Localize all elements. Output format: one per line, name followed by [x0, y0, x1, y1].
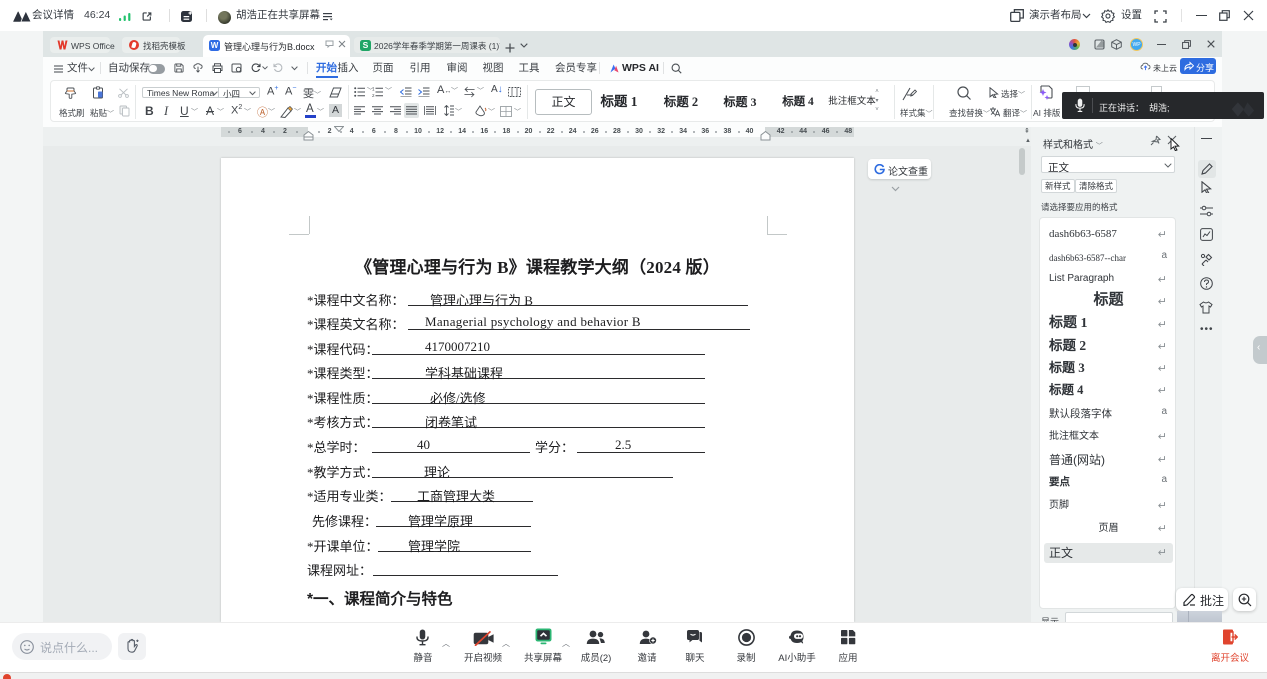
svg-text:1: 1 [372, 87, 375, 92]
svg-text:2: 2 [372, 93, 375, 97]
